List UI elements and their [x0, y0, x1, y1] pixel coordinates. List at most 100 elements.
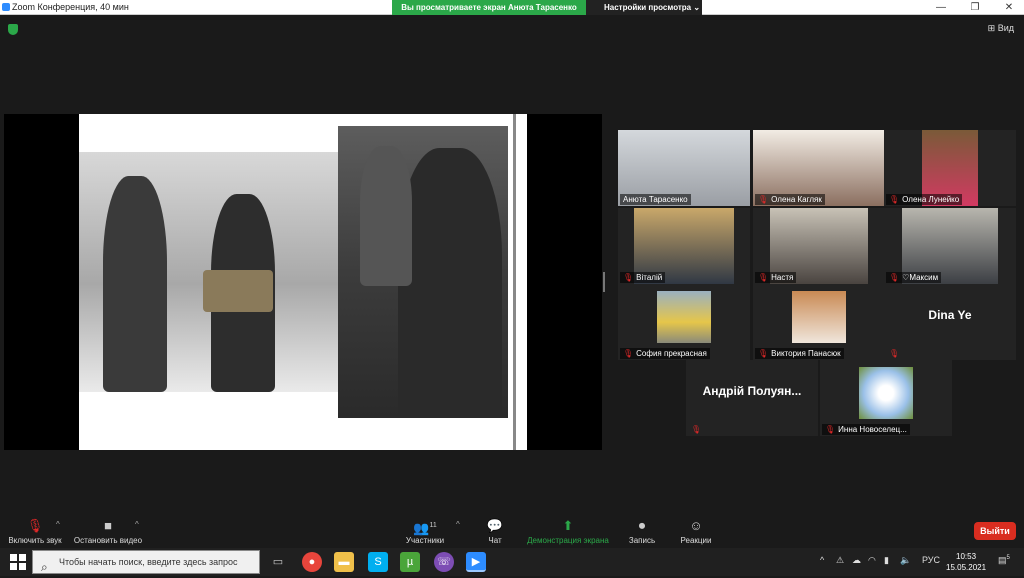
participant-name: 🎙 [886, 348, 905, 359]
participant-name: 🎙 Инна Новоселец... [822, 424, 910, 435]
maximize-button[interactable]: ❐ [960, 0, 990, 15]
photo-figure [360, 146, 412, 286]
zoom-icon [2, 3, 10, 11]
viber-icon[interactable]: ☏ [434, 552, 454, 572]
share-screen-icon: ⬆ [562, 518, 574, 533]
video-tile[interactable]: Анюта Тарасенко [618, 130, 750, 206]
video-tile[interactable]: 🎙 ♡Максим [884, 208, 1016, 284]
minimize-button[interactable]: — [926, 0, 956, 15]
chat-label: Чат [488, 536, 502, 545]
participant-name: 🎙 [688, 424, 707, 435]
video-tile[interactable]: 🎙 Настя [753, 208, 885, 284]
chevron-up-icon[interactable]: ^ [820, 555, 824, 565]
participant-name: 🎙 Олена Лунейко [886, 194, 963, 205]
start-button[interactable] [10, 554, 26, 570]
mic-muted-icon: 🎙 [758, 349, 769, 358]
chevron-up-icon[interactable]: ^ [135, 520, 139, 529]
video-tile[interactable]: 🎙 Віталій [618, 208, 750, 284]
taskbar-clock[interactable]: 10:53 15.05.2021 [946, 551, 986, 573]
video-tile[interactable]: 🎙 Олена Кагляк [753, 130, 885, 206]
stop-video-button[interactable]: ■ Остановить видео [72, 518, 144, 545]
zoom-taskbar-icon[interactable]: ▶ [466, 552, 486, 572]
view-button[interactable]: ⊞ Вид [988, 23, 1014, 34]
view-button-label: Вид [997, 23, 1014, 33]
participants-button[interactable]: 👥11 Участники [402, 518, 448, 545]
mic-muted-icon: 🎙 [623, 273, 634, 282]
stop-video-label: Остановить видео [73, 536, 143, 545]
video-tile[interactable]: Dina Ye 🎙 [884, 284, 1016, 360]
notification-count: 5 [1006, 555, 1010, 561]
smiley-icon: ☺ [689, 518, 703, 533]
chat-button[interactable]: 💬 Чат [480, 518, 510, 545]
cloud-icon[interactable]: ☁ [852, 555, 861, 566]
utorrent-icon[interactable]: µ [400, 552, 420, 572]
notifications-icon[interactable]: ▤5 [998, 555, 1010, 566]
mic-muted-icon: 🎙 [758, 273, 769, 282]
record-button[interactable]: ⏺ Запись [624, 518, 660, 545]
reactions-button[interactable]: ☺ Реакции [676, 518, 716, 545]
taskbar-search-input[interactable]: ⌕ Чтобы начать поиск, введите здесь запр… [32, 550, 260, 574]
mic-muted-icon: 🎙 [889, 273, 900, 282]
participant-name: 🎙 Настя [755, 272, 797, 283]
participant-name: 🎙 София прекрасная [620, 348, 710, 359]
video-tile[interactable]: 🎙 Виктория Панасюк [753, 284, 885, 360]
mic-muted-icon: 🎙 [758, 195, 769, 204]
slide-photo-right [338, 126, 508, 418]
chrome-icon[interactable]: ● [302, 552, 322, 572]
video-tile[interactable]: Андрій Полуян... 🎙 [686, 360, 818, 436]
task-view-icon[interactable]: ▭ [268, 552, 288, 572]
video-tile[interactable]: 🎙 София прекрасная [618, 284, 750, 360]
leave-button[interactable]: Выйти [974, 522, 1016, 540]
shield-icon[interactable] [8, 24, 18, 35]
participants-icon: 👥11 [413, 520, 437, 536]
chevron-up-icon[interactable]: ^ [456, 520, 460, 529]
splitter-handle[interactable] [603, 272, 605, 292]
share-screen-label: Демонстрация экрана [527, 536, 609, 545]
participant-name: 🎙 Віталій [620, 272, 666, 283]
participant-video [657, 291, 711, 343]
battery-icon[interactable]: ▮ [884, 555, 889, 566]
chevron-down-icon: ⌄ [693, 3, 701, 12]
network-alert-icon[interactable]: ⚠ [836, 555, 844, 566]
video-tile[interactable]: 🎙 Инна Новоселец... [820, 360, 952, 436]
skype-icon[interactable]: S [368, 552, 388, 572]
participant-video [792, 291, 846, 343]
mic-muted-icon: 🎙 [691, 425, 702, 434]
chat-icon: 💬 [486, 518, 504, 533]
windows-taskbar: ⌕ Чтобы начать поиск, введите здесь запр… [0, 548, 1024, 576]
participant-name: Анюта Тарасенко [620, 194, 691, 205]
search-icon: ⌕ [41, 560, 48, 574]
title-bar: Zoom Конференция, 40 мин Вы просматривае… [0, 0, 1024, 15]
wifi-icon[interactable]: ◠ [868, 555, 876, 566]
screen-share-banner: Вы просматриваете экран Анюта Тарасенко [392, 0, 586, 15]
participants-label: Участники [405, 536, 445, 545]
file-explorer-icon[interactable]: ▬ [334, 552, 354, 572]
participant-name: 🎙 Олена Кагляк [755, 194, 825, 205]
chevron-up-icon[interactable]: ^ [56, 520, 60, 529]
view-options-label: Настройки просмотра [604, 3, 692, 12]
volume-icon[interactable]: 🔈 [900, 555, 911, 566]
mic-muted-icon: 🎙 [623, 349, 634, 358]
mic-muted-icon: 🎙 [889, 349, 900, 358]
share-screen-button[interactable]: ⬆ Демонстрация экрана [524, 518, 612, 545]
reactions-label: Реакции [680, 536, 712, 545]
mic-muted-icon: 🎙 [889, 195, 900, 204]
participants-count: 11 [429, 522, 437, 529]
slide-edge [513, 114, 516, 450]
shared-screen [4, 114, 602, 450]
view-options-button[interactable]: Настройки просмотра ⌄ [586, 0, 702, 15]
record-icon: ⏺ [638, 518, 646, 533]
language-indicator[interactable]: РУС [922, 555, 940, 565]
photo-figure [103, 176, 167, 392]
close-button[interactable]: ✕ [994, 0, 1024, 15]
record-label: Запись [628, 536, 656, 545]
clock-time: 10:53 [956, 552, 977, 561]
meeting-toolbar: 🎙 Включить звук ^ ■ Остановить видео ^ 👥11… [0, 510, 1024, 548]
photo-basket [203, 270, 273, 312]
participant-name-placeholder: Андрій Полуян... [702, 384, 802, 398]
video-tile[interactable]: 🎙 Олена Лунейко [884, 130, 1016, 206]
participant-name-placeholder: Dina Ye [928, 308, 972, 322]
unmute-label: Включить звук [8, 536, 62, 545]
participant-avatar [859, 367, 913, 419]
search-placeholder: Чтобы начать поиск, введите здесь запрос [59, 557, 238, 567]
